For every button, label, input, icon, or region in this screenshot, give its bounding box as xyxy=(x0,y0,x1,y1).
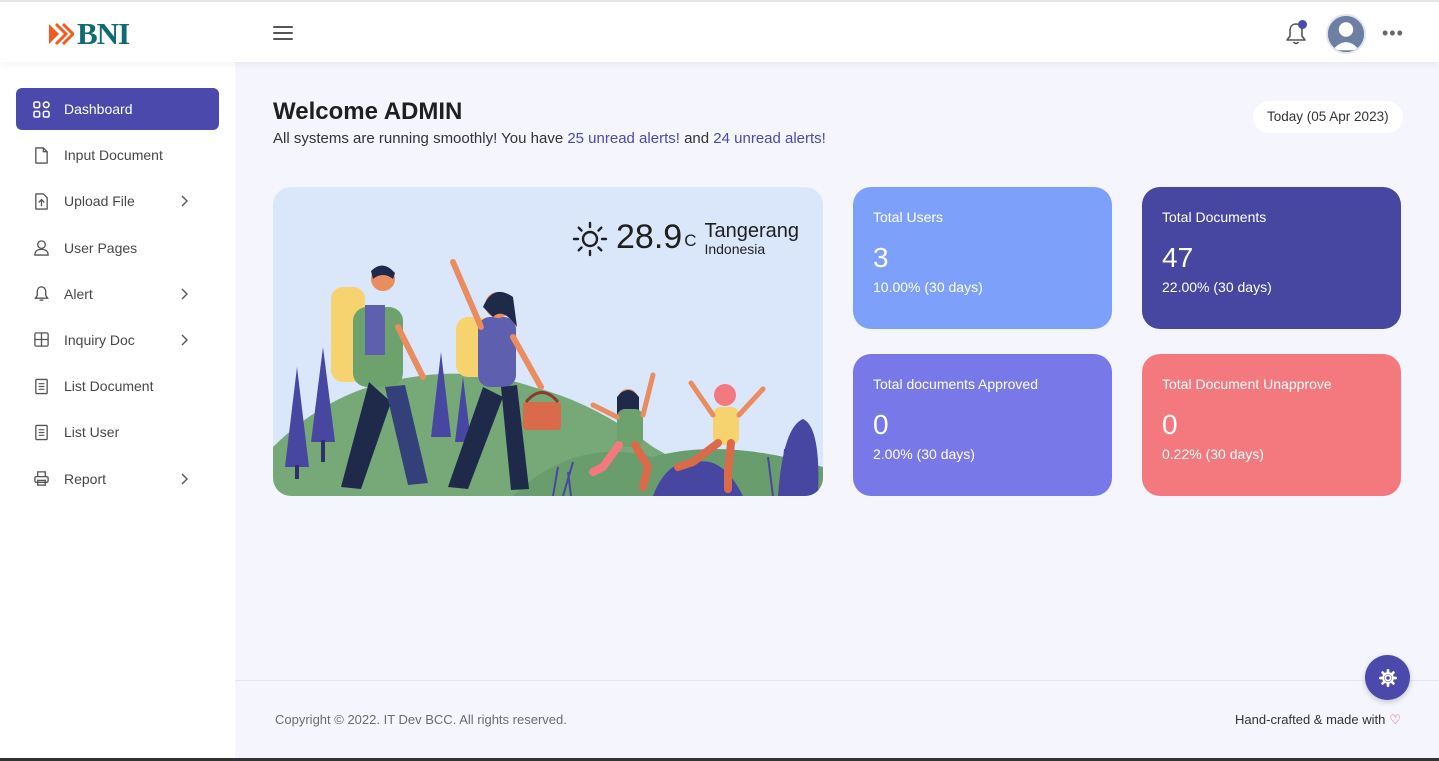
heart-icon: ♡ xyxy=(1389,712,1401,727)
sidebar-item-list-document[interactable]: List Document xyxy=(16,365,219,407)
printer-icon xyxy=(32,470,50,488)
sidebar-item-label: Inquiry Doc xyxy=(64,331,135,348)
stat-card-title: Total documents Approved xyxy=(873,376,1038,392)
sidebar-item-label: List Document xyxy=(64,378,154,395)
notification-bell-icon[interactable] xyxy=(1284,20,1310,48)
gear-icon xyxy=(1378,668,1397,687)
weather-widget: 28.9 C Tangerang Indonesia xyxy=(572,217,799,257)
sidebar: Dashboard Input Document Upload File Use… xyxy=(0,62,235,761)
sidebar-item-dashboard[interactable]: Dashboard xyxy=(16,88,219,130)
sidebar-nav: Dashboard Input Document Upload File Use… xyxy=(16,88,219,504)
stat-card-subtext: 0.22% (30 days) xyxy=(1162,446,1264,462)
stat-card-total-users: Total Users 3 10.00% (30 days) xyxy=(853,187,1112,329)
footer-crafted-text: Hand-crafted & made with xyxy=(1235,712,1386,727)
stat-card-value: 0 xyxy=(1162,409,1178,440)
user-icon xyxy=(32,239,50,257)
stat-card-title: Total Users xyxy=(873,209,944,225)
sidebar-item-user-pages[interactable]: User Pages xyxy=(16,227,219,269)
upload-icon xyxy=(32,192,50,210)
page-title: Welcome ADMIN xyxy=(273,98,463,125)
sidebar-item-label: Alert xyxy=(64,285,93,302)
settings-gear-button[interactable] xyxy=(1365,655,1410,700)
weather-hero-card: 28.9 C Tangerang Indonesia xyxy=(273,187,823,496)
location-country: Indonesia xyxy=(704,241,766,257)
sidebar-item-upload-file[interactable]: Upload File xyxy=(16,180,219,222)
brand-logo[interactable]: BNI xyxy=(48,16,130,51)
top-navbar: BNI ••• xyxy=(0,0,1439,62)
hamburger-menu-icon[interactable] xyxy=(273,26,293,42)
more-options-icon[interactable]: ••• xyxy=(1382,24,1404,42)
sidebar-item-label: Upload File xyxy=(64,193,135,210)
welcome-sub-middle: and xyxy=(679,130,714,147)
stat-card-total-documents: Total Documents 47 22.00% (30 days) xyxy=(1142,187,1401,329)
list-file-icon xyxy=(32,377,50,395)
chevron-right-icon xyxy=(181,473,188,484)
temperature-unit: C xyxy=(684,231,697,250)
stat-card-subtext: 10.00% (30 days) xyxy=(873,279,983,295)
stat-card-title: Total Documents xyxy=(1162,209,1267,225)
sidebar-item-label: Dashboard xyxy=(64,101,133,117)
chevron-right-icon xyxy=(181,288,188,300)
unread-alerts-link-2[interactable]: 24 unread alerts! xyxy=(713,130,826,147)
sidebar-item-label: List User xyxy=(64,424,120,441)
stat-card-document-unapprove: Total Document Unapprove 0 0.22% (30 day… xyxy=(1142,354,1401,496)
stat-card-subtext: 2.00% (30 days) xyxy=(873,446,975,462)
chevron-right-icon xyxy=(181,195,188,207)
grid-icon xyxy=(32,100,50,118)
welcome-subtitle: All systems are running smoothly! You ha… xyxy=(273,130,826,147)
table-icon xyxy=(32,331,50,349)
stat-card-documents-approved: Total documents Approved 0 2.00% (30 day… xyxy=(853,354,1112,496)
sidebar-item-inquiry-doc[interactable]: Inquiry Doc xyxy=(16,319,219,361)
welcome-sub-prefix: All systems are running smoothly! You ha… xyxy=(273,130,568,147)
location-city: Tangerang xyxy=(704,220,799,242)
today-date-badge[interactable]: Today (05 Apr 2023) xyxy=(1253,101,1403,133)
sidebar-item-label: Input Document xyxy=(64,147,163,164)
file-icon xyxy=(32,146,50,164)
unread-alerts-link-1[interactable]: 25 unread alerts! xyxy=(567,130,680,147)
sun-icon xyxy=(572,221,608,257)
bni-logo-icon xyxy=(49,22,74,46)
stat-card-title: Total Document Unapprove xyxy=(1162,376,1332,392)
footer-crafted: Hand-crafted & made with ♡ xyxy=(1235,712,1401,728)
notification-dot xyxy=(1298,20,1307,29)
main-content: Welcome ADMIN All systems are running sm… xyxy=(235,62,1439,761)
brand-name: BNI xyxy=(77,16,130,51)
sidebar-item-label: Report xyxy=(64,470,107,487)
chevron-right-icon xyxy=(181,334,188,346)
sidebar-item-list-user[interactable]: List User xyxy=(16,411,219,453)
temperature-value: 28.9 C xyxy=(616,217,696,257)
footer-divider xyxy=(235,680,1439,681)
list-file-icon xyxy=(32,423,50,441)
sidebar-item-report[interactable]: Report xyxy=(16,458,219,500)
stat-card-subtext: 22.00% (30 days) xyxy=(1162,279,1272,295)
stat-card-value: 3 xyxy=(873,242,889,273)
bell-icon xyxy=(32,285,50,303)
user-avatar[interactable] xyxy=(1326,14,1366,54)
stat-card-value: 0 xyxy=(873,409,889,440)
sidebar-item-input-document[interactable]: Input Document xyxy=(16,134,219,176)
stat-card-value: 47 xyxy=(1162,242,1194,273)
weather-location: Tangerang Indonesia xyxy=(704,221,799,257)
sidebar-item-label: User Pages xyxy=(64,239,138,256)
temperature-number: 28.9 xyxy=(616,218,683,256)
footer-copyright: Copyright © 2022. IT Dev BCC. All rights… xyxy=(275,712,567,727)
sidebar-item-alert[interactable]: Alert xyxy=(16,273,219,315)
